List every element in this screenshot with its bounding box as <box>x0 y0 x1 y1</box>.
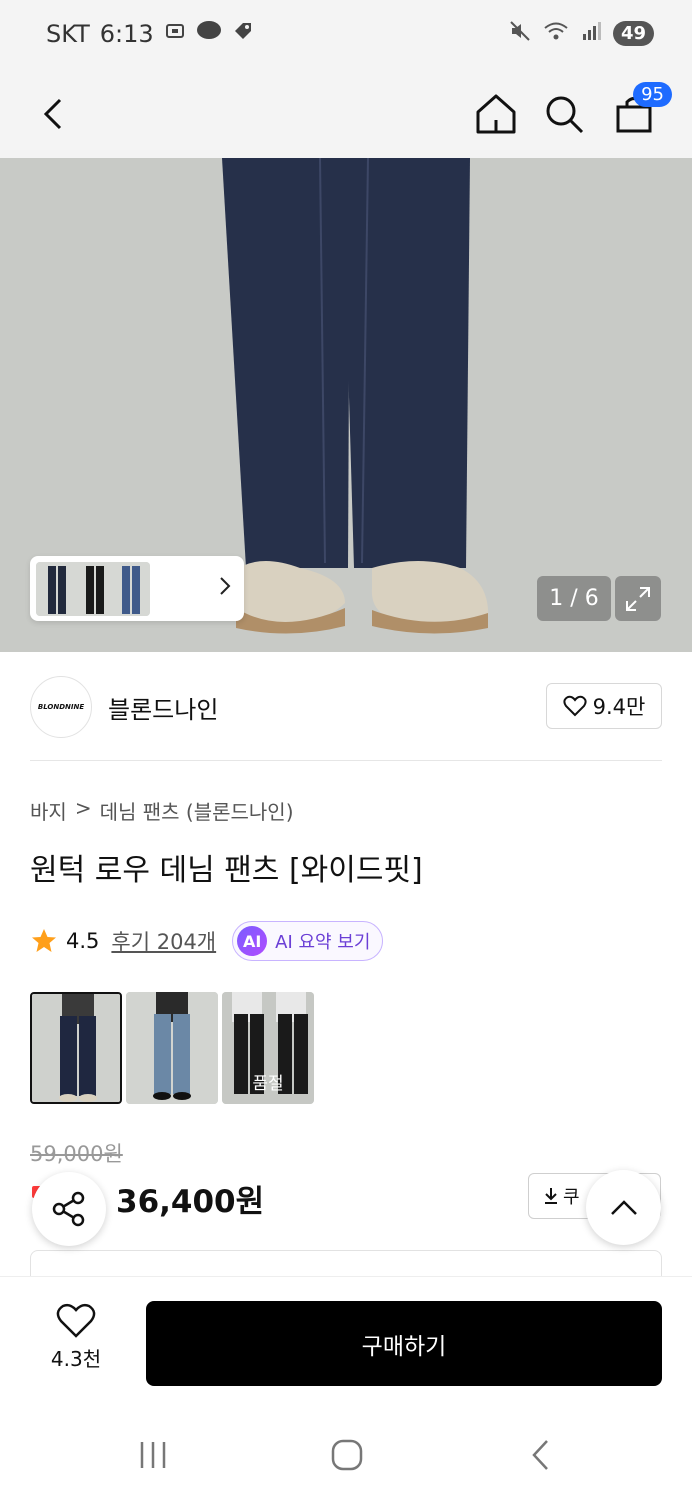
favorite-count: 4.3천 <box>50 1347 102 1371</box>
breadcrumb-category[interactable]: 바지 <box>30 796 67 825</box>
clock: 6:13 <box>99 20 154 48</box>
brand-like-count: 9.4만 <box>592 695 646 719</box>
chevron-up-icon <box>610 1199 637 1215</box>
color-option-raw[interactable] <box>30 992 122 1104</box>
expand-button[interactable] <box>615 576 661 621</box>
status-bar: SKT 6:13 49 <box>0 0 692 70</box>
recent-apps-icon <box>140 1442 166 1468</box>
brand-logo[interactable]: BLONDNINE <box>30 676 92 738</box>
color-option-lightblue[interactable] <box>126 992 218 1104</box>
home-button[interactable] <box>468 86 524 142</box>
tag-icon <box>232 20 254 48</box>
original-price: 59,000원 <box>30 1142 123 1166</box>
ai-icon: AI <box>237 926 268 956</box>
download-icon <box>545 1188 557 1204</box>
rating-value: 4.5 <box>66 929 100 953</box>
expand-icon <box>626 586 650 611</box>
cart-button[interactable]: 95 <box>606 82 672 142</box>
signal-icon <box>581 20 601 46</box>
breadcrumb-subcategory[interactable]: 데님 팬츠 (블론드나인) <box>100 796 294 825</box>
screenshot-icon <box>164 20 186 48</box>
buy-button[interactable]: 구매하기 <box>146 1301 662 1386</box>
heart-icon <box>563 695 587 717</box>
mute-icon <box>509 20 531 46</box>
ai-summary-button[interactable]: AI AI 요약 보기 <box>232 921 384 961</box>
thumbnail-preview <box>36 561 150 616</box>
scroll-top-button[interactable] <box>586 1170 661 1245</box>
heart-icon <box>56 1303 96 1338</box>
ai-summary-label: AI 요약 보기 <box>275 932 371 953</box>
review-link[interactable]: 후기 204개 <box>111 926 216 956</box>
top-nav: 95 <box>0 70 692 224</box>
chevron-right-icon <box>218 576 232 602</box>
sale-price: 36,400원 <box>116 1184 265 1220</box>
talk-icon <box>196 20 222 48</box>
home-icon <box>476 94 516 134</box>
divider <box>30 760 662 761</box>
rating-row: 4.5 후기 204개 AI AI 요약 보기 <box>30 920 384 962</box>
color-options: 품절 <box>30 992 314 1104</box>
home-circle-icon <box>331 1439 363 1471</box>
back-nav-button[interactable] <box>516 1432 566 1478</box>
soldout-label: 품절 <box>252 1074 284 1094</box>
carrier-label: SKT <box>46 20 90 48</box>
system-nav-bar <box>0 1408 692 1500</box>
share-button[interactable] <box>32 1172 106 1246</box>
brand-like-button[interactable]: 9.4만 <box>546 683 662 729</box>
product-title: 원턱 로우 데님 팬츠 [와이드핏] <box>30 853 423 888</box>
share-icon <box>52 1191 85 1227</box>
recent-apps-button[interactable] <box>128 1432 178 1478</box>
breadcrumb: 바지 > 데님 팬츠 (블론드나인) <box>30 796 294 825</box>
wifi-icon <box>543 20 569 46</box>
favorite-button[interactable]: 4.3천 <box>38 1303 114 1383</box>
home-nav-button[interactable] <box>322 1432 372 1478</box>
cart-badge: 95 <box>633 82 672 107</box>
brand-name[interactable]: 블론드나인 <box>108 690 218 725</box>
search-icon <box>546 96 584 134</box>
battery-indicator: 49 <box>612 20 654 46</box>
back-icon <box>43 98 62 130</box>
thumbnail-strip[interactable] <box>30 556 244 621</box>
image-counter: 1 / 6 <box>537 576 611 621</box>
bottom-action-bar: 4.3천 구매하기 <box>0 1276 692 1408</box>
search-button[interactable] <box>536 86 592 142</box>
brand-row[interactable]: BLONDNINE 블론드나인 9.4만 <box>30 676 662 738</box>
back-button[interactable] <box>26 86 82 142</box>
coupon-label: 쿠 <box>563 1187 580 1208</box>
color-option-black[interactable]: 품절 <box>222 992 314 1104</box>
back-chevron-icon <box>532 1440 548 1470</box>
breadcrumb-separator: > <box>74 796 92 820</box>
star-icon <box>32 929 56 952</box>
